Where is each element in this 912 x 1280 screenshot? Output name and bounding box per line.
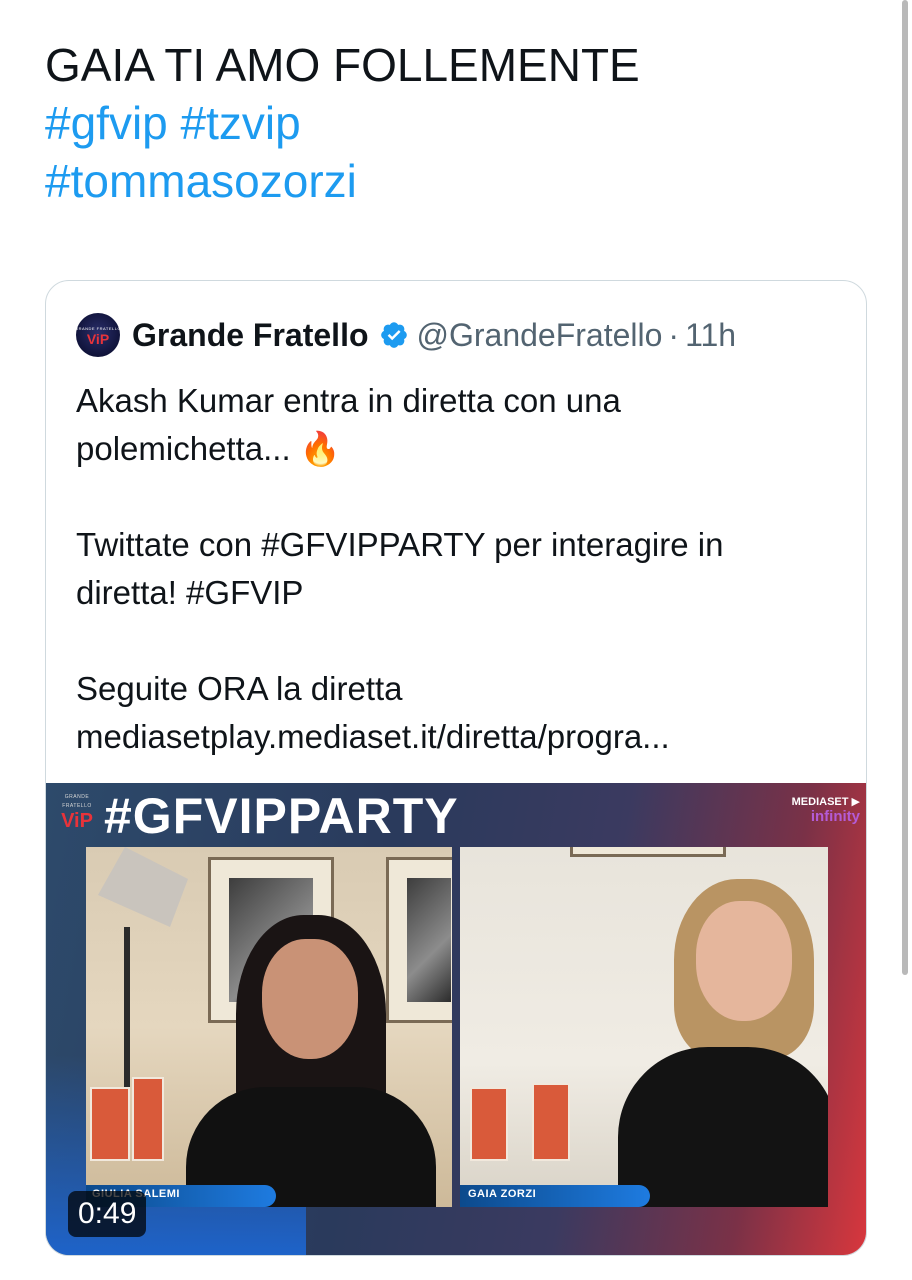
display-name[interactable]: Grande Fratello: [132, 317, 369, 354]
mikado-box: [132, 1077, 164, 1161]
video-right-camera: [460, 847, 828, 1207]
tweet-hashtags-line-3: #tommasozorzi: [45, 152, 865, 210]
mikado-box: [532, 1083, 570, 1161]
body-line: polemichetta... 🔥: [76, 430, 341, 467]
lamp-shade: [98, 847, 188, 927]
separator-dot: ·: [668, 316, 680, 353]
tweet-detail-page: GAIA TI AMO FOLLEMENTE #gfvip #tzvip #to…: [0, 0, 912, 1280]
video-media-player[interactable]: GRANDE FRATELLO ViP #GFVIPPARTY MEDIASET…: [46, 783, 866, 1255]
scrollbar[interactable]: [902, 0, 908, 975]
video-top-banner: GRANDE FRATELLO ViP #GFVIPPARTY MEDIASET…: [46, 783, 866, 847]
hashtag-link-tommasozorzi[interactable]: #tommasozorzi: [45, 155, 357, 207]
body-link-line: mediasetplay.mediaset.it/diretta/progra.…: [76, 718, 670, 755]
wall-frame: [570, 847, 726, 857]
video-duration-badge: 0:49: [68, 1191, 147, 1237]
hashtag-link-tzvip[interactable]: #tzvip: [181, 97, 301, 149]
body-line: Seguite ORA la diretta: [76, 670, 403, 707]
brand-line-1: MEDIASET ▶: [791, 796, 860, 808]
verified-badge-icon: [380, 322, 407, 348]
name-label-right: GAIA ZORZI: [468, 1188, 537, 1200]
user-handle[interactable]: @GrandeFratello: [417, 317, 663, 354]
tweet-text-line-1: GAIA TI AMO FOLLEMENTE: [45, 39, 640, 91]
mikado-box: [90, 1087, 130, 1161]
quoted-tweet-header: GRANDE FRATELLO ViP Grande Fratello @Gra…: [75, 313, 736, 357]
brand-line-2: infinity: [810, 808, 860, 825]
timestamp[interactable]: 11h: [685, 317, 736, 354]
video-banner-title: #GFVIPPARTY: [104, 788, 459, 844]
video-left-camera: [86, 847, 452, 1207]
avatar[interactable]: GRANDE FRATELLO ViP: [75, 313, 121, 357]
mikado-box: [470, 1087, 508, 1161]
mediaset-infinity-logo: MEDIASET ▶ infinity: [792, 795, 860, 825]
gf-logo-top-text: GRANDE FRATELLO: [62, 794, 92, 809]
tweet-hashtags-line-2: #gfvip #tzvip: [45, 94, 865, 152]
body-line: Twittate con #GFVIPPARTY per interagire …: [76, 526, 724, 563]
body-line: Akash Kumar entra in diretta con una: [76, 382, 621, 419]
quoted-tweet-body: Akash Kumar entra in diretta con una pol…: [76, 377, 846, 761]
wall-frame: [386, 857, 452, 1023]
avatar-logo-vip-text: ViP: [86, 330, 110, 347]
hashtag-link-gfvip[interactable]: #gfvip: [45, 97, 168, 149]
gf-vip-logo: GRANDE FRATELLO ViP: [52, 793, 102, 831]
body-line: diretta! #GFVIP: [76, 574, 304, 611]
gf-logo-vip-text: ViP: [61, 810, 93, 832]
tweet-text: GAIA TI AMO FOLLEMENTE #gfvip #tzvip #to…: [45, 36, 865, 210]
quoted-tweet-card[interactable]: GRANDE FRATELLO ViP Grande Fratello @Gra…: [45, 280, 867, 1256]
